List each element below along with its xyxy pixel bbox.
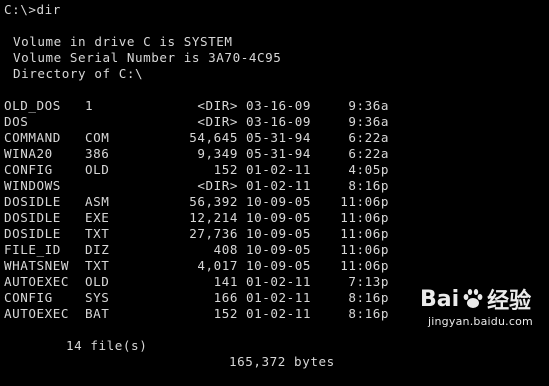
- entry-time: 6:22a: [348, 130, 389, 145]
- entry-size: 4,017: [197, 258, 238, 273]
- entry-extension: OLD: [85, 162, 110, 177]
- entry-extension: OLD: [85, 274, 110, 289]
- directory-entry-row: WHATSNEW TXT 4,017 10-09-05 11:06p: [0, 258, 549, 274]
- entry-time: 11:06p: [340, 258, 389, 273]
- entry-date: 01-02-11: [246, 178, 312, 193]
- entry-size: 141: [213, 274, 238, 289]
- directory-entry-row: FILE_ID DIZ 408 10-09-05 11:06p: [0, 242, 549, 258]
- entry-size: 166: [213, 290, 238, 305]
- entry-size: 152: [213, 162, 238, 177]
- entry-size: 9,349: [197, 146, 238, 161]
- baidu-jingyan-watermark: Bai 经验 jingyan.baidu.com: [420, 285, 545, 333]
- summary-byte-count: 165,372 bytes: [229, 354, 335, 369]
- dos-console[interactable]: C:\>dir Volume in drive C is SYSTEM Volu…: [0, 0, 549, 369]
- entry-name: WHATSNEW: [4, 258, 70, 273]
- entry-time: 6:22a: [348, 146, 389, 161]
- entry-date: 01-02-11: [246, 306, 312, 321]
- watermark-url: jingyan.baidu.com: [428, 315, 533, 328]
- entry-extension: SYS: [85, 290, 110, 305]
- command-prompt: C:\>dir: [4, 2, 61, 17]
- entry-date: 05-31-94: [246, 146, 312, 161]
- entry-date: 10-09-05: [246, 226, 312, 241]
- volume-label-line: Volume in drive C is SYSTEM: [13, 34, 233, 49]
- entry-size: 56,392: [189, 194, 238, 209]
- directory-line: Directory of C:\: [13, 66, 144, 81]
- entry-size: 408: [213, 242, 238, 257]
- entry-extension: ASM: [85, 194, 110, 209]
- entry-name: DOS: [4, 114, 29, 129]
- watermark-brand-right: 经验: [487, 289, 532, 314]
- entry-time: 11:06p: [340, 210, 389, 225]
- entry-time: 4:05p: [348, 162, 389, 177]
- entry-size: <DIR>: [197, 114, 238, 129]
- entry-date: 10-09-05: [246, 210, 312, 225]
- entry-size: <DIR>: [197, 178, 238, 193]
- entry-time: 11:06p: [340, 226, 389, 241]
- entry-extension: TXT: [85, 258, 110, 273]
- entry-size: 27,736: [189, 226, 238, 241]
- entry-extension: COM: [85, 130, 110, 145]
- entry-time: 9:36a: [348, 98, 389, 113]
- directory-entry-row: DOSIDLE TXT 27,736 10-09-05 11:06p: [0, 226, 549, 242]
- entry-size: 152: [213, 306, 238, 321]
- entry-time: 11:06p: [340, 194, 389, 209]
- directory-entry-row: OLD_DOS 1 <DIR> 03-16-09 9:36a: [0, 98, 549, 114]
- directory-entry-row: WINA20 386 9,349 05-31-94 6:22a: [0, 146, 549, 162]
- entry-date: 10-09-05: [246, 194, 312, 209]
- entry-extension: BAT: [85, 306, 110, 321]
- entry-date: 01-02-11: [246, 290, 312, 305]
- entry-name: FILE_ID: [4, 242, 61, 257]
- watermark-brand-left: Bai: [420, 286, 460, 312]
- watermark-logo: Bai 经验: [420, 285, 532, 315]
- entry-name: CONFIG: [4, 162, 53, 177]
- directory-entry-row: WINDOWS <DIR> 01-02-11 8:16p: [0, 178, 549, 194]
- entry-time: 7:13p: [348, 274, 389, 289]
- entry-date: 01-02-11: [246, 162, 312, 177]
- summary-file-count: 14 file(s): [66, 338, 148, 353]
- entry-time: 8:16p: [348, 290, 389, 305]
- entry-name: DOSIDLE: [4, 210, 61, 225]
- entry-size: 54,645: [189, 130, 238, 145]
- entry-time: 8:16p: [348, 306, 389, 321]
- entry-date: 10-09-05: [246, 258, 312, 273]
- entry-extension: TXT: [85, 226, 110, 241]
- entry-size: <DIR>: [197, 98, 238, 113]
- directory-entry-row: DOSIDLE EXE 12,214 10-09-05 11:06p: [0, 210, 549, 226]
- entry-size: 12,214: [189, 210, 238, 225]
- entry-date: 03-16-09: [246, 98, 312, 113]
- entry-date: 03-16-09: [246, 114, 312, 129]
- entry-extension: DIZ: [85, 242, 110, 257]
- entry-extension: EXE: [85, 210, 110, 225]
- entry-name: OLD_DOS: [4, 98, 61, 113]
- entry-name: AUTOEXEC: [4, 306, 70, 321]
- directory-entry-row: COMMAND COM 54,645 05-31-94 6:22a: [0, 130, 549, 146]
- entry-time: 11:06p: [340, 242, 389, 257]
- entry-name: DOSIDLE: [4, 194, 61, 209]
- directory-entry-row: CONFIG OLD 152 01-02-11 4:05p: [0, 162, 549, 178]
- entry-date: 10-09-05: [246, 242, 312, 257]
- entry-time: 8:16p: [348, 178, 389, 193]
- entry-date: 05-31-94: [246, 130, 312, 145]
- paw-icon: [463, 289, 483, 308]
- entry-name: CONFIG: [4, 290, 53, 305]
- entry-name: AUTOEXEC: [4, 274, 70, 289]
- entry-name: WINA20: [4, 146, 53, 161]
- entry-name: COMMAND: [4, 130, 61, 145]
- directory-entry-row: DOS <DIR> 03-16-09 9:36a: [0, 114, 549, 130]
- entry-time: 9:36a: [348, 114, 389, 129]
- entry-date: 01-02-11: [246, 274, 312, 289]
- entry-name: DOSIDLE: [4, 226, 61, 241]
- entry-extension: 1: [85, 98, 94, 113]
- entry-extension: 386: [85, 146, 110, 161]
- directory-entry-row: DOSIDLE ASM 56,392 10-09-05 11:06p: [0, 194, 549, 210]
- entry-name: WINDOWS: [4, 178, 61, 193]
- volume-serial-line: Volume Serial Number is 3A70-4C95: [13, 50, 282, 65]
